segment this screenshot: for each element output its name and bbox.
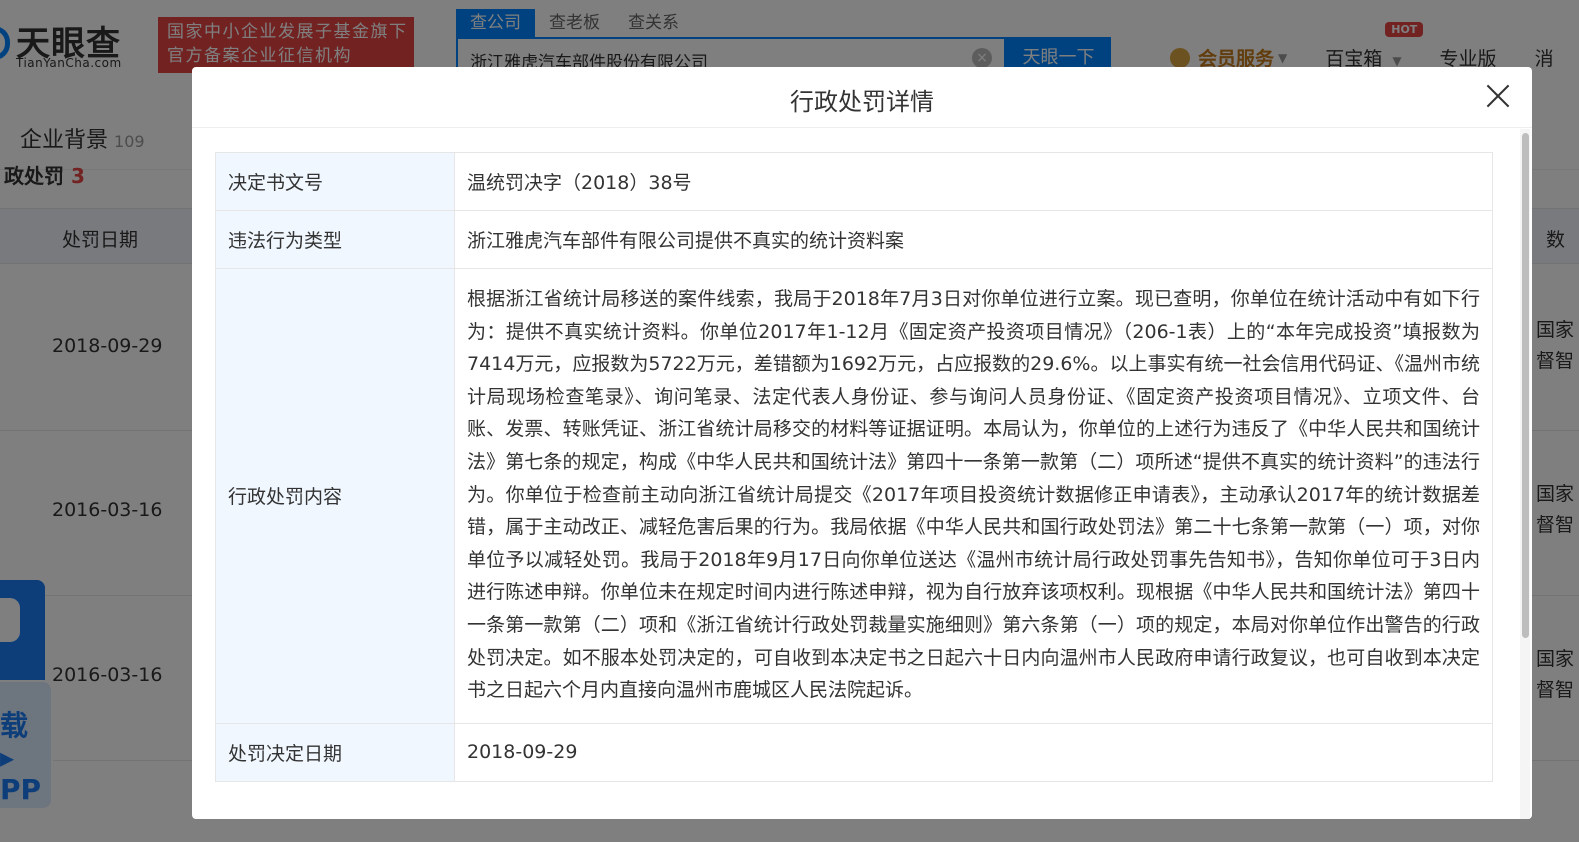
detail-row-document-number: 决定书文号 温统罚决字（2018）38号: [215, 152, 1493, 211]
detail-label: 行政处罚内容: [215, 268, 455, 724]
modal-title: 行政处罚详情: [790, 88, 934, 116]
penalty-detail-modal: 行政处罚详情 决定书文号 温统罚决字（2018）38号 违法行为类型 浙江雅虎汽…: [192, 67, 1532, 819]
detail-value: 根据浙江省统计局移送的案件线索，我局于2018年7月3日对你单位进行立案。现已查…: [454, 268, 1493, 724]
detail-value: 浙江雅虎汽车部件有限公司提供不真实的统计资料案: [454, 210, 1493, 269]
close-icon[interactable]: [1482, 81, 1514, 113]
modal-body: 决定书文号 温统罚决字（2018）38号 违法行为类型 浙江雅虎汽车部件有限公司…: [215, 152, 1493, 782]
detail-label: 违法行为类型: [215, 210, 455, 269]
modal-scrollbar[interactable]: [1520, 129, 1530, 819]
detail-value: 温统罚决字（2018）38号: [454, 152, 1493, 211]
detail-table: 决定书文号 温统罚决字（2018）38号 违法行为类型 浙江雅虎汽车部件有限公司…: [215, 152, 1493, 782]
modal-header: 行政处罚详情: [192, 67, 1532, 128]
detail-row-decision-date: 处罚决定日期 2018-09-29: [215, 722, 1493, 782]
detail-label: 处罚决定日期: [215, 722, 455, 782]
detail-value: 2018-09-29: [454, 722, 1493, 782]
detail-label: 决定书文号: [215, 152, 455, 211]
scroll-thumb[interactable]: [1522, 133, 1529, 638]
detail-row-violation-type: 违法行为类型 浙江雅虎汽车部件有限公司提供不真实的统计资料案: [215, 210, 1493, 269]
detail-row-penalty-content: 行政处罚内容 根据浙江省统计局移送的案件线索，我局于2018年7月3日对你单位进…: [215, 268, 1493, 724]
